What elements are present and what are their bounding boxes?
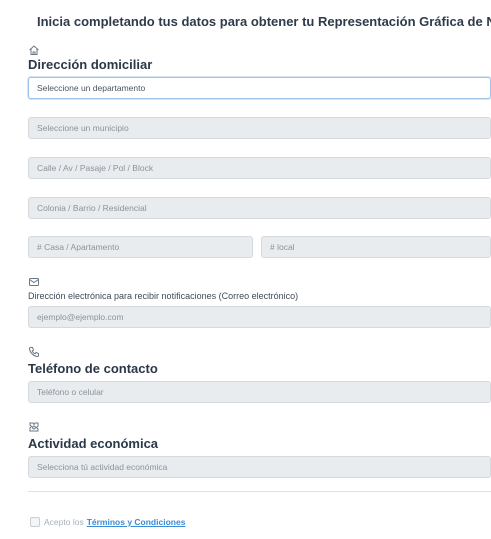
economic-activity-icon xyxy=(28,421,40,433)
terms-checkbox[interactable] xyxy=(30,517,40,527)
house-number-input[interactable]: # Casa / Apartamento xyxy=(28,236,253,258)
economic-activity-select[interactable]: Selecciona tú actividad económica xyxy=(28,456,491,478)
phone-section-title: Teléfono de contacto xyxy=(28,361,158,376)
phone-input[interactable]: Teléfono o celular xyxy=(28,381,491,403)
address-section-title: Dirección domiciliar xyxy=(28,57,153,72)
terms-link[interactable]: Términos y Condiciones xyxy=(87,517,186,527)
page-title: Inicia completando tus datos para obtene… xyxy=(37,14,491,29)
neighborhood-input[interactable]: Colonia / Barrio / Residencial xyxy=(28,197,491,219)
divider xyxy=(28,491,491,492)
email-input[interactable]: ejemplo@ejemplo.com xyxy=(28,306,491,328)
terms-prefix: Acepto los xyxy=(44,517,84,527)
terms-row[interactable]: Acepto los Términos y Condiciones xyxy=(30,517,185,527)
email-icon xyxy=(28,276,40,288)
home-icon xyxy=(28,44,40,56)
local-number-input[interactable]: # local xyxy=(261,236,491,258)
phone-icon xyxy=(28,346,40,358)
municipality-select[interactable]: Seleccione un municipio xyxy=(28,117,491,139)
department-select[interactable]: Seleccione un departamento xyxy=(28,77,491,99)
street-input[interactable]: Calle / Av / Pasaje / Pol / Block xyxy=(28,157,491,179)
email-label: Dirección electrónica para recibir notif… xyxy=(28,291,299,301)
economic-section-title: Actividad económica xyxy=(28,436,159,451)
